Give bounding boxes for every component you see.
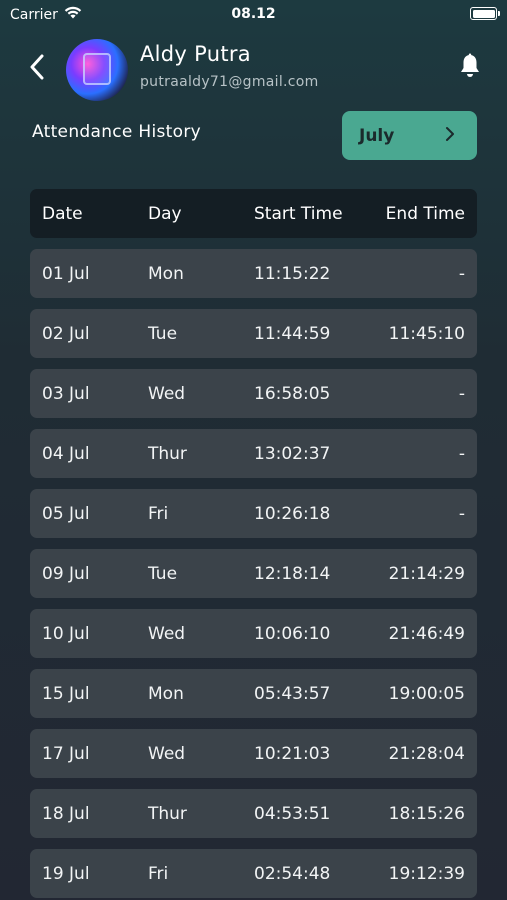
row-end-time: 21:14:29 bbox=[388, 563, 465, 584]
table-row[interactable]: 19 Jul Fri 02:54:48 19:12:39 bbox=[30, 849, 477, 898]
row-date: 03 Jul bbox=[42, 383, 90, 404]
row-end-time: 19:00:05 bbox=[388, 683, 465, 704]
row-end-time: 11:45:10 bbox=[388, 323, 465, 344]
chevron-left-icon bbox=[29, 54, 45, 84]
chevron-right-icon bbox=[445, 126, 455, 146]
status-bar: Carrier 08.12 bbox=[0, 0, 507, 28]
table-header: Date Day Start Time End Time bbox=[30, 189, 477, 238]
back-button[interactable] bbox=[24, 54, 50, 84]
row-end-time: 19:12:39 bbox=[388, 863, 465, 884]
table-row[interactable]: 18 Jul Thur 04:53:51 18:15:26 bbox=[30, 789, 477, 838]
row-end-time: 21:28:04 bbox=[388, 743, 465, 764]
row-start-time: 10:21:03 bbox=[254, 743, 331, 764]
table-row[interactable]: 04 Jul Thur 13:02:37 - bbox=[30, 429, 477, 478]
row-date: 09 Jul bbox=[42, 563, 90, 584]
row-start-time: 12:18:14 bbox=[254, 563, 331, 584]
row-date: 05 Jul bbox=[42, 503, 90, 524]
profile-header: Aldy Putra putraaldy71@gmail.com bbox=[0, 36, 507, 102]
row-day: Fri bbox=[148, 503, 169, 524]
row-start-time: 05:43:57 bbox=[254, 683, 331, 704]
row-day: Thur bbox=[148, 803, 187, 824]
row-date: 17 Jul bbox=[42, 743, 90, 764]
row-date: 18 Jul bbox=[42, 803, 90, 824]
row-day: Tue bbox=[148, 563, 178, 584]
column-header-date: Date bbox=[42, 203, 83, 224]
table-row[interactable]: 09 Jul Tue 12:18:14 21:14:29 bbox=[30, 549, 477, 598]
table-row[interactable]: 17 Jul Wed 10:21:03 21:28:04 bbox=[30, 729, 477, 778]
row-end-time: 18:15:26 bbox=[388, 803, 465, 824]
row-date: 15 Jul bbox=[42, 683, 90, 704]
bell-icon bbox=[459, 53, 481, 83]
column-header-day: Day bbox=[148, 203, 182, 224]
row-date: 19 Jul bbox=[42, 863, 90, 884]
status-time: 08.12 bbox=[231, 6, 276, 22]
row-day: Wed bbox=[148, 383, 186, 404]
row-start-time: 13:02:37 bbox=[254, 443, 331, 464]
battery-icon bbox=[470, 7, 500, 20]
row-start-time: 04:53:51 bbox=[254, 803, 331, 824]
user-email: putraaldy71@gmail.com bbox=[140, 74, 319, 90]
avatar[interactable] bbox=[66, 39, 128, 101]
row-date: 04 Jul bbox=[42, 443, 90, 464]
section-title: Attendance History bbox=[32, 122, 201, 142]
row-day: Thur bbox=[148, 443, 187, 464]
row-start-time: 16:58:05 bbox=[254, 383, 331, 404]
row-start-time: 02:54:48 bbox=[254, 863, 331, 884]
attendance-list: 01 Jul Mon 11:15:22 - 02 Jul Tue 11:44:5… bbox=[30, 249, 477, 900]
row-day: Tue bbox=[148, 323, 178, 344]
table-row[interactable]: 10 Jul Wed 10:06:10 21:46:49 bbox=[30, 609, 477, 658]
row-date: 10 Jul bbox=[42, 623, 90, 644]
table-row[interactable]: 01 Jul Mon 11:15:22 - bbox=[30, 249, 477, 298]
table-row[interactable]: 02 Jul Tue 11:44:59 11:45:10 bbox=[30, 309, 477, 358]
row-day: Mon bbox=[148, 683, 184, 704]
row-start-time: 10:26:18 bbox=[254, 503, 331, 524]
column-header-start-time: Start Time bbox=[254, 203, 343, 224]
row-end-time: 21:46:49 bbox=[388, 623, 465, 644]
row-start-time: 11:44:59 bbox=[254, 323, 331, 344]
month-selector-button[interactable]: July bbox=[342, 111, 477, 160]
month-label: July bbox=[359, 125, 395, 146]
table-row[interactable]: 05 Jul Fri 10:26:18 - bbox=[30, 489, 477, 538]
row-end-time: - bbox=[458, 263, 465, 284]
row-date: 01 Jul bbox=[42, 263, 90, 284]
table-row[interactable]: 15 Jul Mon 05:43:57 19:00:05 bbox=[30, 669, 477, 718]
row-day: Wed bbox=[148, 743, 186, 764]
user-name: Aldy Putra bbox=[140, 42, 251, 66]
avatar-image bbox=[83, 53, 111, 85]
row-day: Fri bbox=[148, 863, 169, 884]
row-end-time: - bbox=[458, 383, 465, 404]
column-header-end-time: End Time bbox=[385, 203, 465, 224]
row-end-time: - bbox=[458, 503, 465, 524]
row-date: 02 Jul bbox=[42, 323, 90, 344]
table-row[interactable]: 03 Jul Wed 16:58:05 - bbox=[30, 369, 477, 418]
notification-button[interactable] bbox=[457, 53, 483, 83]
row-end-time: - bbox=[458, 443, 465, 464]
row-day: Mon bbox=[148, 263, 184, 284]
row-day: Wed bbox=[148, 623, 186, 644]
row-start-time: 10:06:10 bbox=[254, 623, 331, 644]
row-start-time: 11:15:22 bbox=[254, 263, 331, 284]
